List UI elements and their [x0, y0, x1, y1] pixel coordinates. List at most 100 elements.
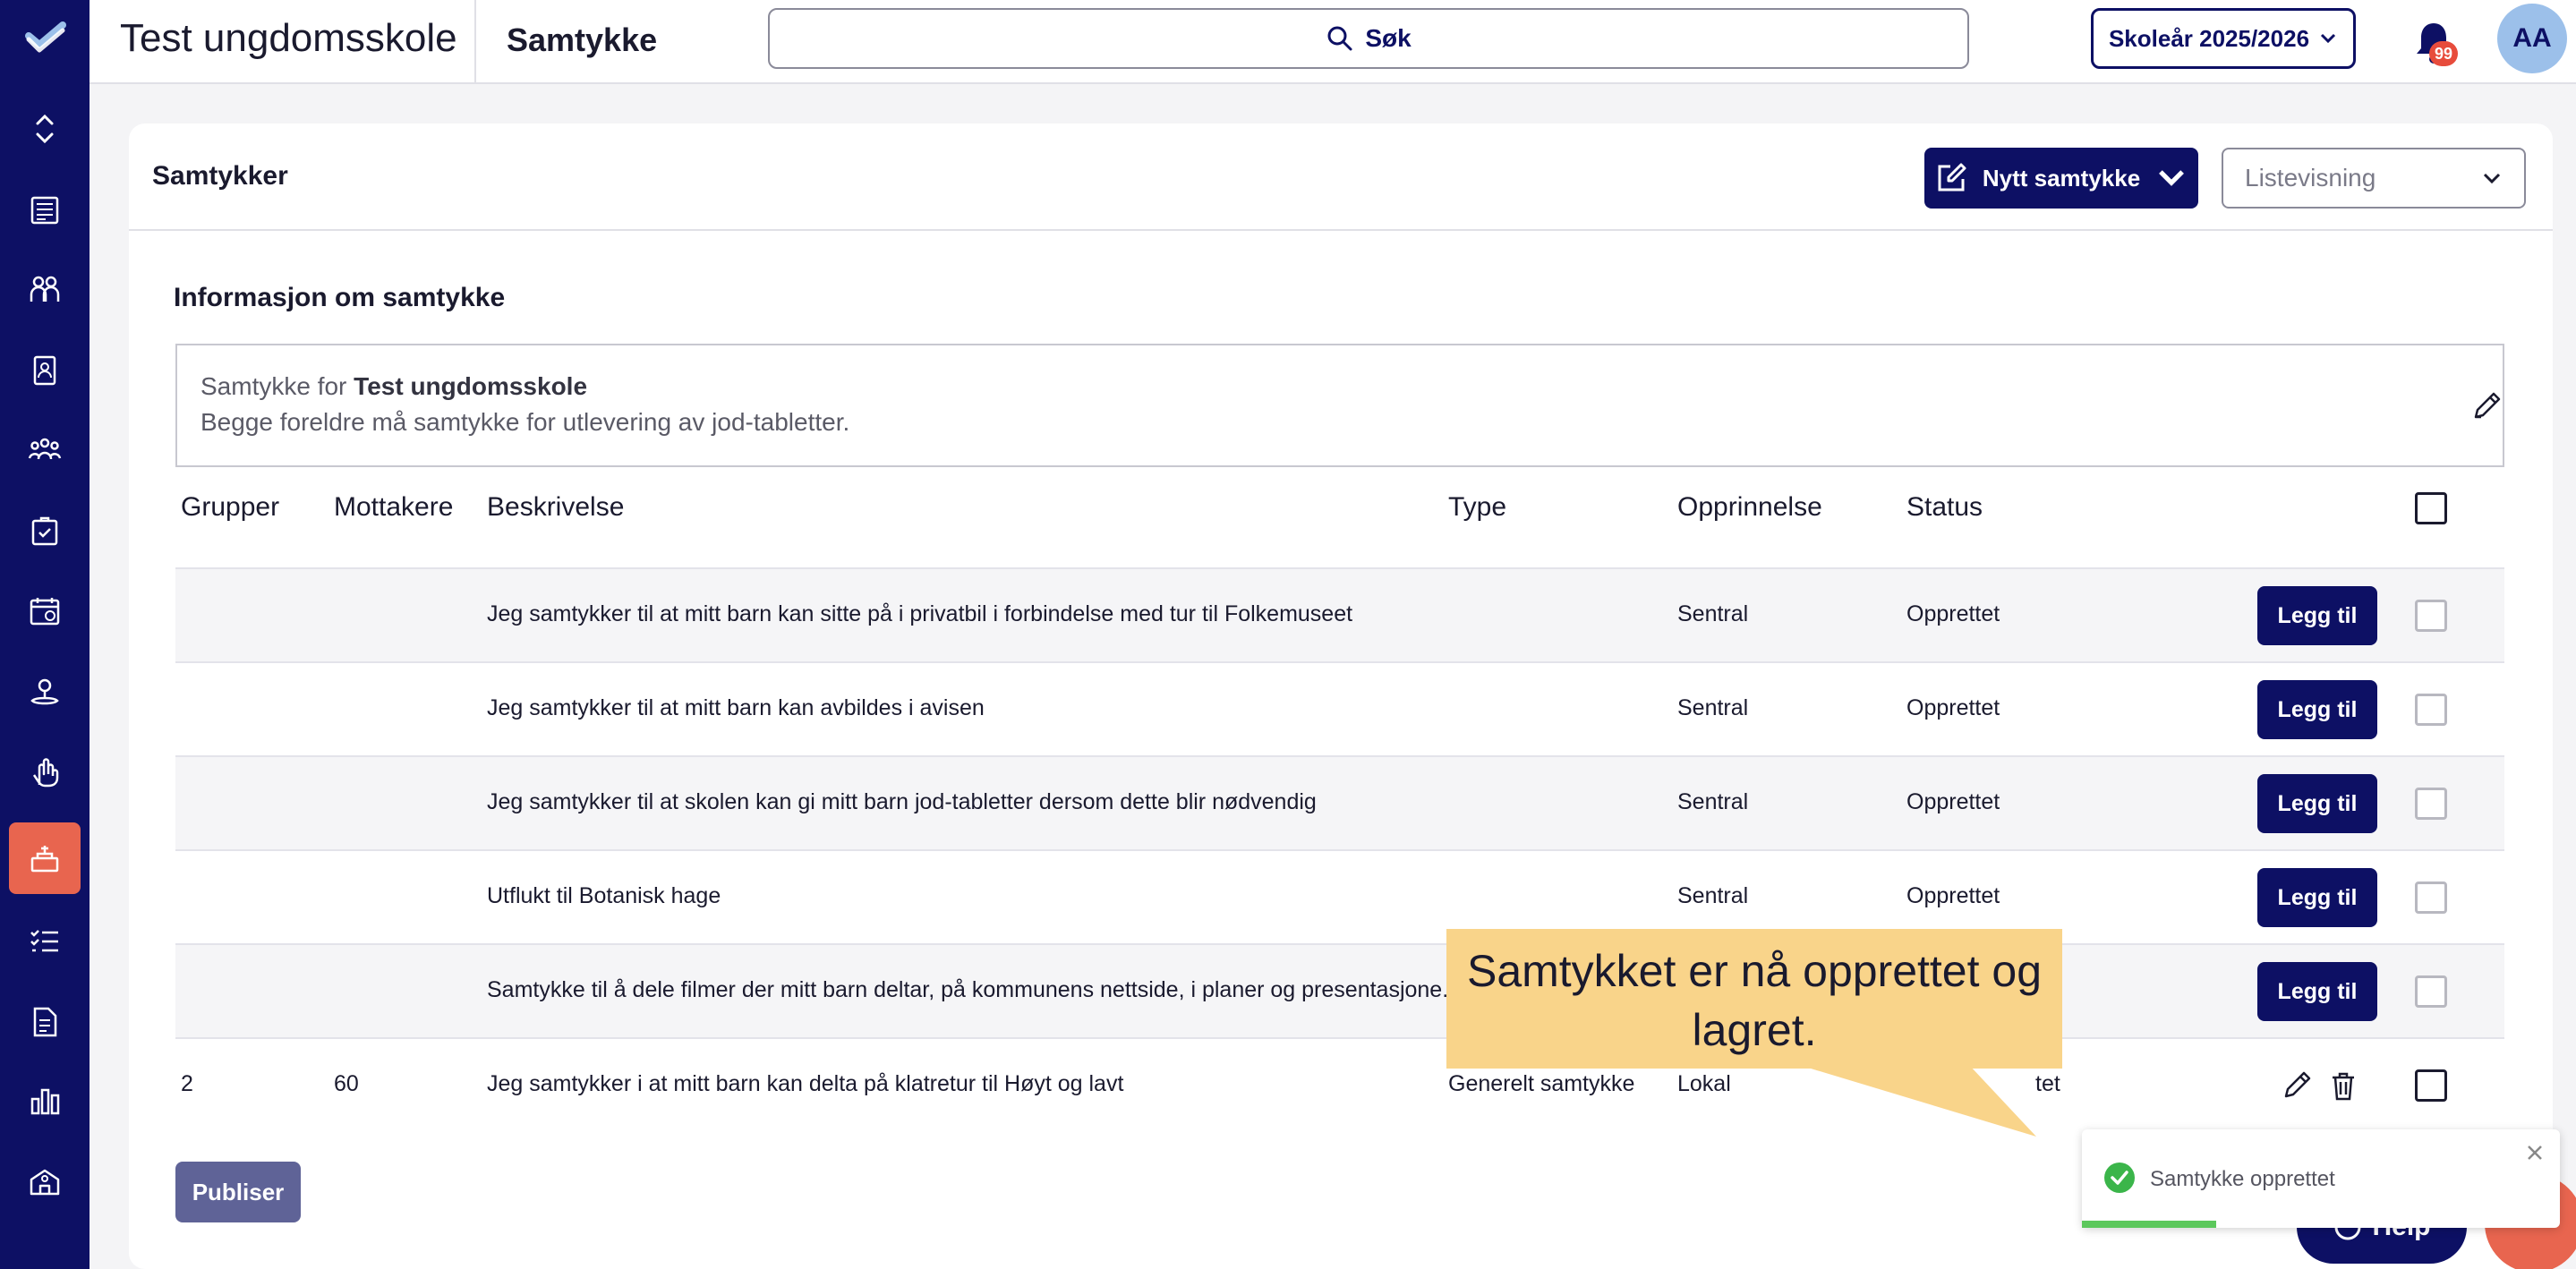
cell-groups: 2 [181, 1071, 193, 1096]
add-button[interactable]: Legg til [2257, 868, 2377, 927]
chevron-down-icon [2320, 33, 2336, 44]
person-pin-icon [30, 678, 59, 705]
app-logo-icon[interactable] [25, 18, 66, 59]
row-checkbox[interactable] [2415, 881, 2447, 914]
search-label: Søk [1365, 24, 1412, 52]
top-bar: Test ungdomsskole Samtykke Søk Skoleår 2… [90, 0, 2576, 84]
row-checkbox[interactable] [2415, 975, 2447, 1008]
edit-square-icon [1938, 163, 1966, 192]
cell-status: Opprettet [1906, 601, 2000, 626]
table-row: 2 60 Jeg samtykker i at mitt barn kan de… [175, 1037, 2504, 1131]
sidebar-item-school[interactable] [9, 1146, 81, 1217]
table-row: Jeg samtykker til at skolen kan gi mitt … [175, 755, 2504, 849]
cell-description: Jeg samtykker til at mitt barn kan avbil… [487, 695, 985, 720]
publish-button[interactable]: Publiser [175, 1162, 301, 1222]
search-icon [1327, 26, 1352, 51]
calendar-clock-icon [30, 598, 60, 626]
sidebar-item-groups[interactable] [9, 414, 81, 486]
avatar[interactable]: AA [2497, 4, 2567, 73]
cell-status: tet [2035, 1071, 2060, 1096]
col-header-type[interactable]: Type [1448, 492, 1506, 523]
sidebar-item-documents[interactable] [9, 986, 81, 1058]
add-button[interactable]: Legg til [2257, 962, 2377, 1021]
cell-description: Utflukt til Botanisk hage [487, 883, 721, 908]
sidebar-item-id-badge[interactable] [9, 334, 81, 405]
row-checkbox[interactable] [2415, 788, 2447, 820]
cell-recipients: 60 [334, 1071, 359, 1096]
row-checkbox[interactable] [2415, 600, 2447, 632]
chevron-down-icon [2483, 173, 2501, 184]
news-icon [30, 196, 59, 225]
cell-origin: Lokal [1677, 1071, 1731, 1096]
toast-message: Samtykke opprettet [2150, 1167, 2335, 1191]
cell-status: Opprettet [1906, 883, 2000, 908]
sidebar-collapse-button[interactable] [9, 93, 81, 165]
card-header: Samtykker Nytt samtykke Listevisning [129, 123, 2553, 231]
cell-status: Opprettet [1906, 789, 2000, 814]
close-icon[interactable] [2524, 1142, 2546, 1163]
col-header-description[interactable]: Beskrivelse [487, 492, 624, 523]
edit-pencil-icon[interactable] [2281, 1069, 2313, 1102]
info-school-line: Samtykke for Test ungdomsskole [200, 372, 587, 401]
add-button[interactable]: Legg til [2257, 586, 2377, 645]
add-button[interactable]: Legg til [2257, 774, 2377, 833]
school-name: Test ungdomsskole [120, 16, 457, 60]
trash-icon[interactable] [2327, 1069, 2359, 1102]
consent-icon [30, 846, 59, 873]
school-year-select[interactable]: Skoleår 2025/2026 [2091, 8, 2356, 69]
bar-chart-icon [30, 1088, 60, 1115]
table-row: Samtykke til å dele filmer der mitt barn… [175, 943, 2504, 1037]
info-title: Informasjon om samtykke [174, 283, 506, 312]
new-consent-button[interactable]: Nytt samtykke [1924, 148, 2198, 209]
view-select-value: Listevisning [2245, 164, 2376, 192]
cell-type: Generelt samtykke [1448, 1071, 1635, 1096]
sidebar-item-presence[interactable] [9, 656, 81, 728]
pencil-icon[interactable] [2470, 390, 2503, 422]
sidebar-item-tasks[interactable] [9, 906, 81, 977]
info-description: Begge foreldre må samtykke for utleverin… [200, 408, 850, 436]
search-bar[interactable]: Søk [768, 8, 1969, 69]
view-select[interactable]: Listevisning [2222, 148, 2526, 209]
collapse-icon [36, 114, 54, 144]
sidebar-item-hand[interactable] [9, 737, 81, 808]
info-box: Samtykke for Test ungdomsskole Begge for… [175, 344, 2504, 467]
col-header-status[interactable]: Status [1906, 492, 1983, 523]
sidebar-item-news[interactable] [9, 175, 81, 246]
sidebar-item-users[interactable] [9, 253, 81, 325]
row-checkbox[interactable] [2415, 1069, 2447, 1102]
sidebar-item-consent[interactable] [9, 822, 81, 894]
sidebar-item-activities[interactable] [9, 495, 81, 566]
groups-icon [28, 438, 62, 460]
info-school: Test ungdomsskole [354, 372, 588, 400]
cell-description: Jeg samtykker til at mitt barn kan sitte… [487, 601, 1353, 626]
cell-origin: Sentral [1677, 601, 1749, 626]
cell-status: Opprettet [1906, 695, 2000, 720]
table-row: Jeg samtykker til at mitt barn kan sitte… [175, 567, 2504, 661]
sidebar-item-reports[interactable] [9, 1065, 81, 1137]
info-prefix: Samtykke for [200, 372, 347, 400]
cell-origin: Sentral [1677, 789, 1749, 814]
checklist-icon [30, 930, 58, 952]
id-badge-icon [33, 355, 56, 386]
page-title: Samtykke [507, 21, 658, 58]
sidebar-item-schedule[interactable] [9, 575, 81, 647]
success-toast: Samtykke opprettet [2082, 1129, 2560, 1228]
row-checkbox[interactable] [2415, 694, 2447, 726]
col-header-origin[interactable]: Opprinnelse [1677, 492, 1822, 523]
cell-description: Jeg samtykker til at skolen kan gi mitt … [487, 789, 1317, 814]
card-title: Samtykker [152, 161, 288, 191]
puzzle-icon [31, 516, 58, 546]
hand-icon [32, 758, 59, 788]
tutorial-callout: Samtykket er nå opprettet og lagret. [1446, 929, 2062, 1069]
cell-origin: Sentral [1677, 695, 1749, 720]
col-header-groups[interactable]: Grupper [181, 492, 279, 523]
col-header-recipients[interactable]: Mottakere [334, 492, 453, 523]
add-button[interactable]: Legg til [2257, 680, 2377, 739]
new-consent-label: Nytt samtykke [1982, 164, 2141, 192]
cell-description: Jeg samtykker i at mitt barn kan delta p… [487, 1071, 1124, 1096]
select-all-checkbox[interactable] [2415, 492, 2447, 524]
school-year-label: Skoleår 2025/2026 [2108, 24, 2310, 52]
chevron-down-icon [2159, 170, 2185, 186]
document-icon [33, 1007, 57, 1037]
table-row: Utflukt til Botanisk hage Sentral Oppret… [175, 849, 2504, 943]
